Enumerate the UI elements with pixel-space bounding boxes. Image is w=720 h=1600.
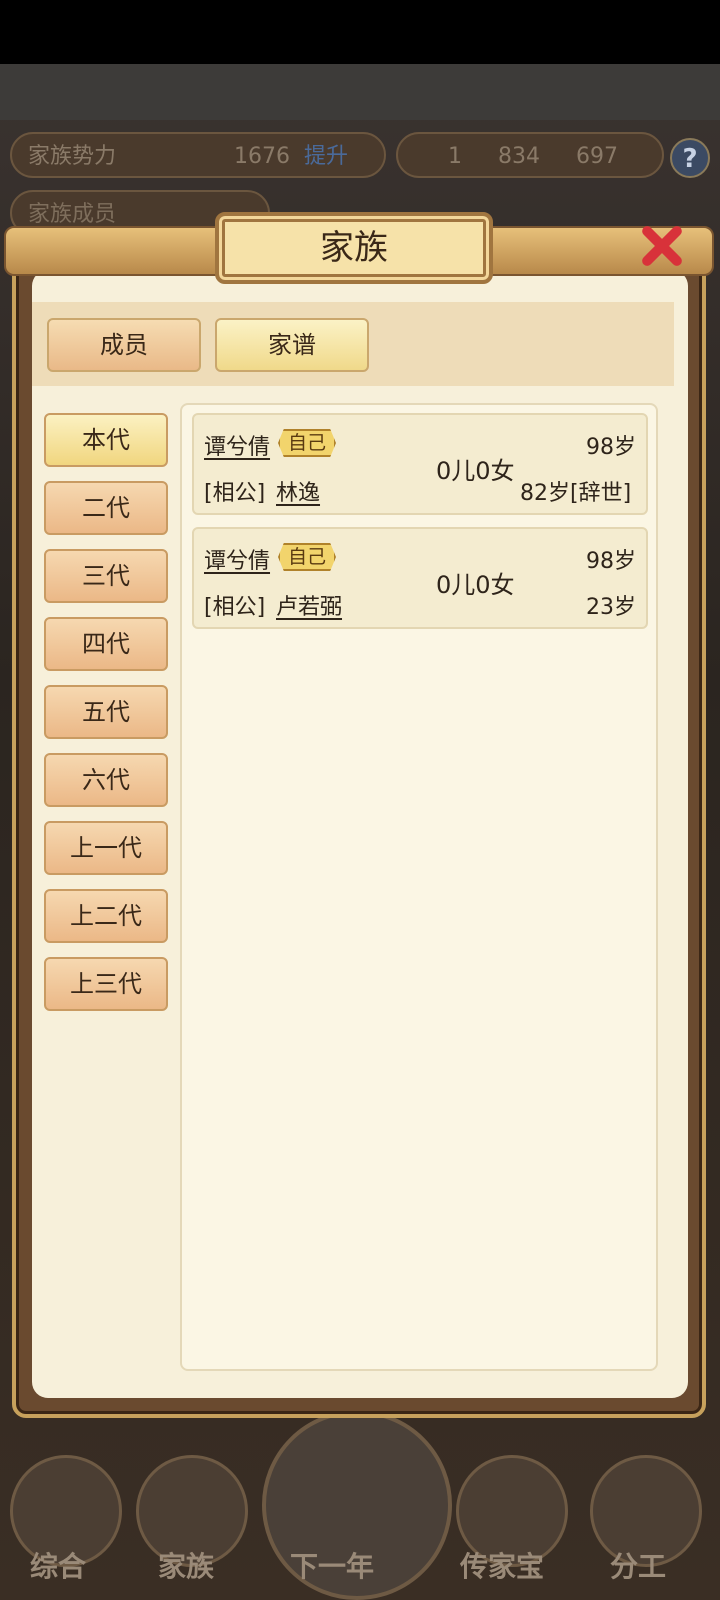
spouse-age: 82岁[辞世] bbox=[520, 481, 632, 506]
member-name[interactable]: 谭兮倩 bbox=[204, 429, 270, 461]
generation-button-2[interactable]: 二代 bbox=[44, 481, 168, 535]
resource-2: 834 bbox=[498, 144, 540, 169]
member-age: 98岁 bbox=[586, 549, 636, 574]
generation-button-4[interactable]: 四代 bbox=[44, 617, 168, 671]
dialog-title: 家族 bbox=[215, 212, 493, 284]
generation-button-prev-2[interactable]: 上二代 bbox=[44, 889, 168, 943]
background-header-strip bbox=[0, 64, 720, 120]
children-count: 0儿0女 bbox=[436, 571, 515, 599]
family-power-label: 家族势力 bbox=[28, 144, 117, 169]
generation-button-3[interactable]: 三代 bbox=[44, 549, 168, 603]
self-badge: 自己 bbox=[278, 429, 336, 457]
generation-button-5[interactable]: 五代 bbox=[44, 685, 168, 739]
self-badge: 自己 bbox=[278, 543, 336, 571]
member-age: 98岁 bbox=[586, 435, 636, 460]
spouse-age: 23岁 bbox=[586, 595, 636, 620]
nav-label-division: 分工 bbox=[610, 1550, 667, 1583]
close-icon[interactable] bbox=[628, 212, 694, 278]
family-power-value: 1676 bbox=[234, 144, 290, 169]
resource-3: 697 bbox=[576, 144, 618, 169]
generation-button-prev-1[interactable]: 上一代 bbox=[44, 821, 168, 875]
system-status-bar bbox=[0, 0, 720, 64]
spouse-prefix: [相公] bbox=[204, 481, 266, 506]
nav-label-general: 综合 bbox=[30, 1550, 87, 1583]
spouse-name[interactable]: 林逸 bbox=[276, 475, 320, 507]
spouse-name[interactable]: 卢若弼 bbox=[276, 589, 342, 621]
spouse-prefix: [相公] bbox=[204, 595, 266, 620]
help-icon: ? bbox=[670, 138, 710, 178]
nav-label-next-year: 下一年 bbox=[290, 1550, 375, 1583]
children-count: 0儿0女 bbox=[436, 457, 515, 485]
family-power-bar: 家族势力 1676 提升 bbox=[10, 132, 386, 178]
generation-button-current[interactable]: 本代 bbox=[44, 413, 168, 467]
resources-bar: 1 834 697 bbox=[396, 132, 664, 178]
tab-family-tree[interactable]: 家谱 bbox=[215, 318, 369, 372]
list-item: 谭兮倩 自己 98岁 0儿0女 [相公] 卢若弼 23岁 bbox=[192, 527, 648, 629]
list-item: 谭兮倩 自己 98岁 0儿0女 [相公] 林逸 82岁[辞世] bbox=[192, 413, 648, 515]
nav-label-heirloom: 传家宝 bbox=[460, 1550, 545, 1583]
resource-1: 1 bbox=[448, 144, 462, 169]
family-power-link: 提升 bbox=[304, 144, 349, 169]
tab-members[interactable]: 成员 bbox=[47, 318, 201, 372]
member-name[interactable]: 谭兮倩 bbox=[204, 543, 270, 575]
nav-label-family: 家族 bbox=[158, 1550, 215, 1583]
generation-button-6[interactable]: 六代 bbox=[44, 753, 168, 807]
generation-button-prev-3[interactable]: 上三代 bbox=[44, 957, 168, 1011]
